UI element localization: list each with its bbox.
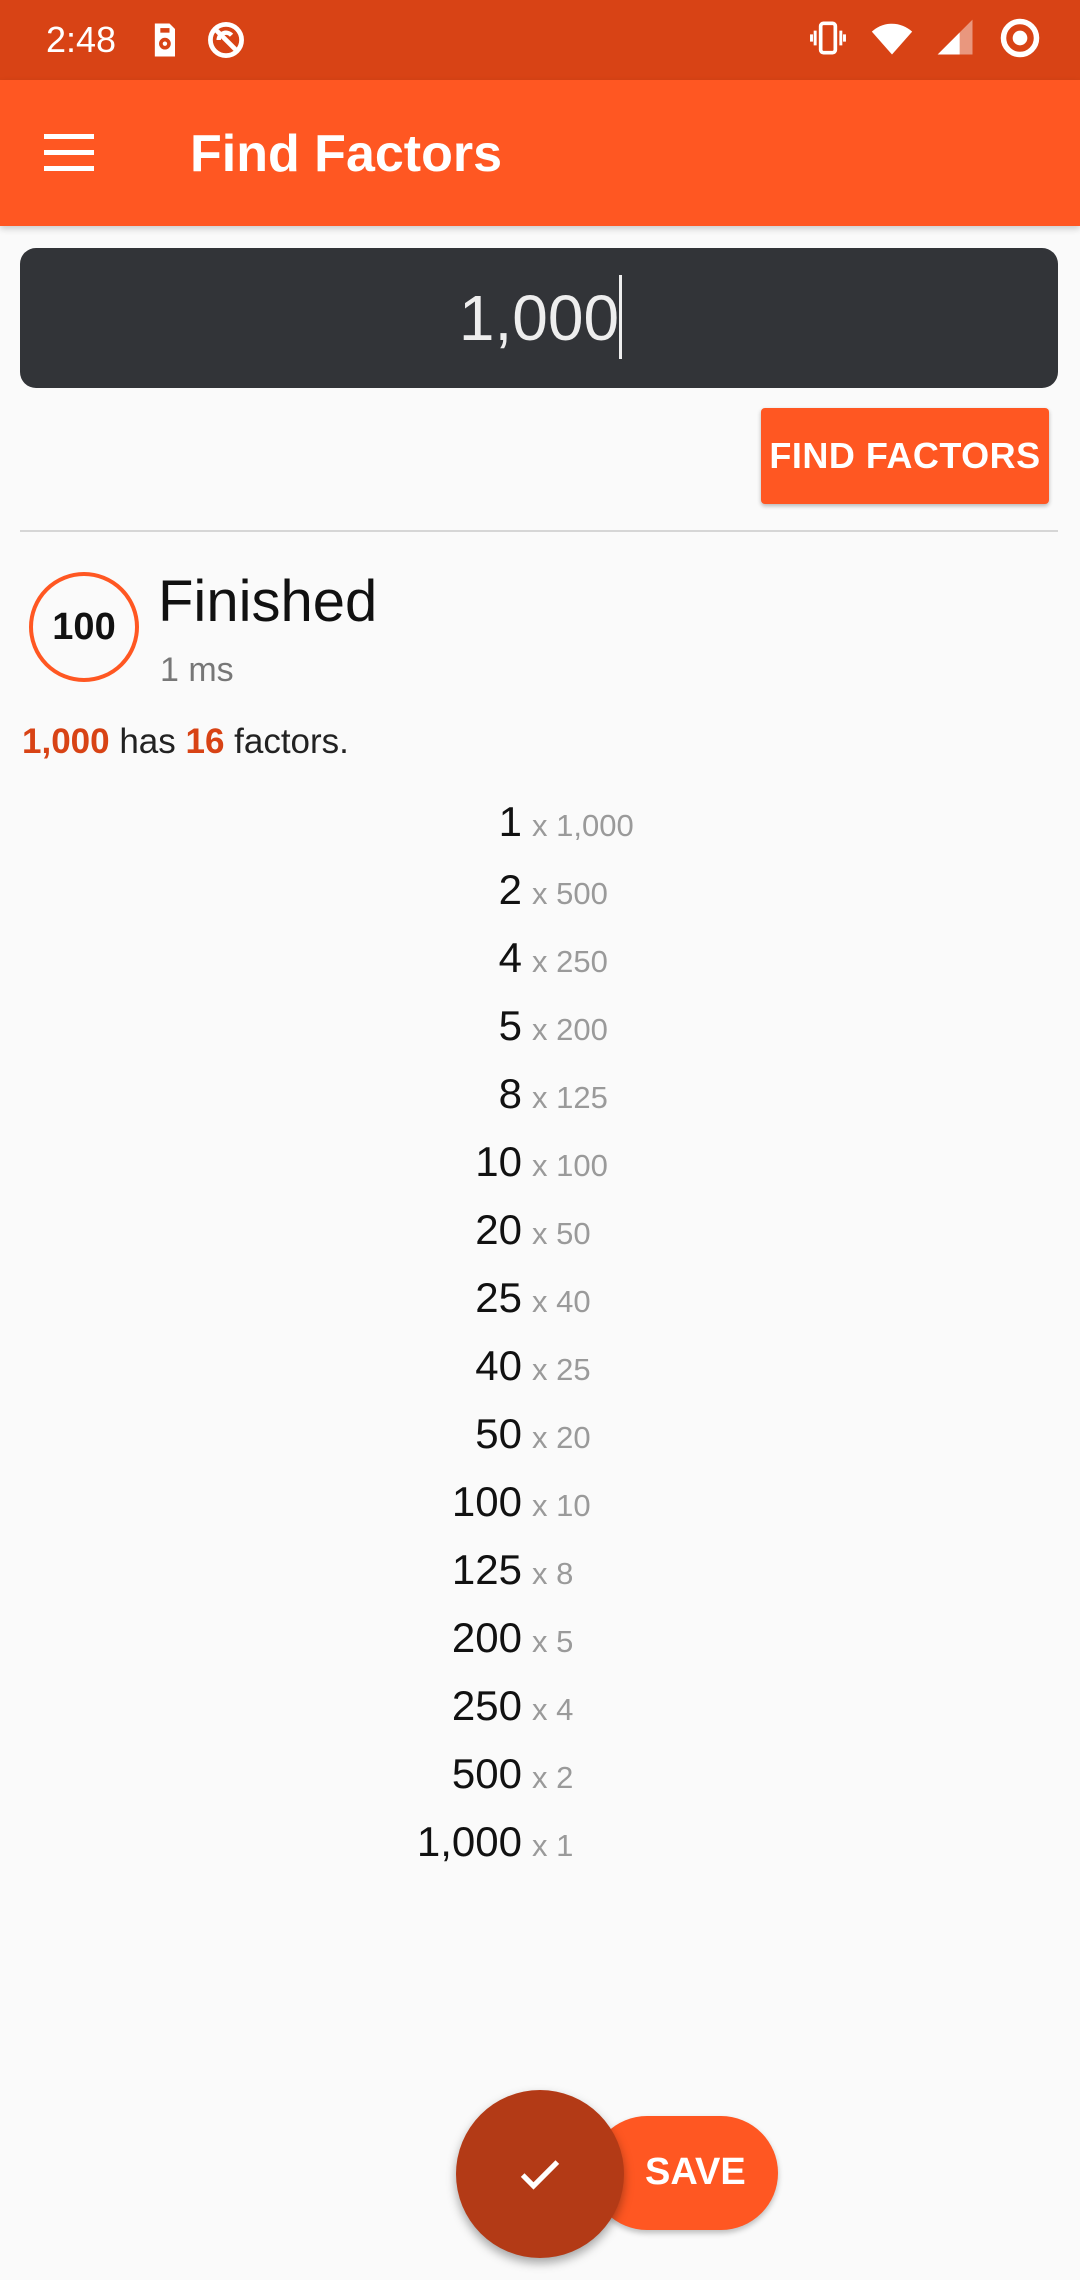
check-icon [520,2160,560,2190]
factor-row: 8 x 125 [0,1062,1080,1130]
factor-value: 250 [451,1682,522,1729]
factor-pair: x 500 [532,876,608,911]
summary-number: 1,000 [22,722,110,761]
factor-value: 25 [475,1274,522,1321]
factor-row: 2 x 500 [0,858,1080,926]
save-label: SAVE [645,2151,746,2193]
factor-row: 1,000 x 1 [0,1810,1080,1878]
factor-value: 500 [451,1750,522,1797]
factor-row: 1 x 1,000 [0,790,1080,858]
status-time: 2:48 [46,19,117,60]
summary-text-factors: factors. [224,722,349,761]
factor-list: 1x 1,000 2x 500 4x 250 5x 200 8x 125 10 x… [0,790,1080,1878]
find-factors-button[interactable]: FIND FACTORS [761,408,1049,504]
status-title: Finished [158,569,378,634]
vibrate-icon [810,21,846,55]
number-input[interactable] [20,248,1058,388]
app-bar: Find Factors [0,80,1080,226]
factor-pair: x 8 [532,1556,574,1591]
factor-row: 125 x 8 [0,1538,1080,1606]
factor-value: 100 [451,1478,522,1525]
factor-row: 5 x 200 [0,994,1080,1062]
progress-value: 100 [52,605,116,648]
factor-pair: x 2 [532,1760,574,1795]
status-left-icons [142,18,248,62]
progress-indicator: 100 [29,572,139,682]
factor-summary: 1,000 has 16 factors. [22,718,349,766]
factor-row: 50 x 20 [0,1402,1080,1470]
factor-value: 1 [498,798,522,845]
factor-pair: x 125 [532,1080,608,1115]
factor-row: 500 x 2 [0,1742,1080,1810]
text-caret [619,275,622,359]
status-right-icons [806,16,1042,60]
factor-pair: x 200 [532,1012,608,1047]
factor-pair: x 50 [532,1216,591,1251]
record-icon [1000,18,1040,58]
factor-value: 40 [475,1342,522,1389]
factor-value: 125 [451,1546,522,1593]
factor-value: 8 [498,1070,522,1117]
elapsed-time: 1 ms [160,651,234,689]
status-bar: 2:48 [0,0,1080,80]
menu-icon[interactable] [44,130,98,176]
confirm-fab[interactable] [456,2090,624,2258]
factor-pair: x 10 [532,1488,591,1523]
app-title: Find Factors [190,125,503,183]
factor-row: 100 x 10 [0,1470,1080,1538]
no-disturb-icon [208,22,244,58]
cell-signal-icon [937,19,973,55]
factor-value: 200 [451,1614,522,1661]
factor-pair: x 40 [532,1284,591,1319]
factor-pair: x 1 [532,1828,574,1863]
factor-pair: x 250 [532,944,608,979]
factor-pair: x 4 [532,1692,574,1727]
factor-value: 4 [498,934,522,981]
divider [20,530,1058,532]
factor-row: 20 x 50 [0,1198,1080,1266]
factor-pair: x 25 [532,1352,591,1387]
factor-pair: x 20 [532,1420,591,1455]
factor-row: 250 x 4 [0,1674,1080,1742]
factor-value: 5 [498,1002,522,1049]
summary-count: 16 [185,722,225,761]
factor-value: 50 [475,1410,522,1457]
factor-row: 4 x 250 [0,926,1080,994]
factor-row: 25 x 40 [0,1266,1080,1334]
factor-row: 200 x 5 [0,1606,1080,1674]
factor-value: 1,000 [416,1818,522,1865]
sd-card-icon [154,23,175,57]
factor-pair: x 1,000 [532,808,634,843]
factor-row: 40 x 25 [0,1334,1080,1402]
wifi-icon [871,23,913,55]
summary-text-has: has [109,722,186,761]
factor-pair: x 100 [532,1148,608,1183]
factor-row: 10 x 100 [0,1130,1080,1198]
factor-value: 2 [498,866,522,913]
factor-value: 10 [475,1138,522,1185]
factor-value: 20 [475,1206,522,1253]
factor-pair: x 5 [532,1624,574,1659]
